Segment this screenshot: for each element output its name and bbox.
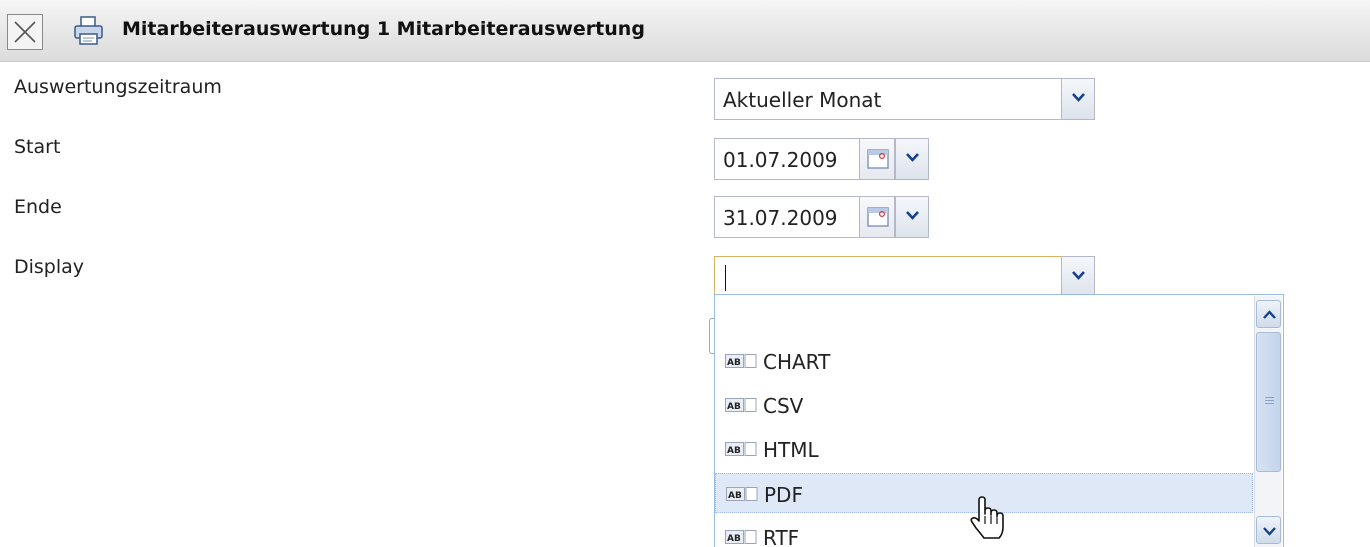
period-value: Aktueller Monat: [723, 88, 882, 112]
start-calendar-button[interactable]: [859, 138, 895, 180]
calendar-icon: [867, 207, 889, 227]
end-dropdown-trigger[interactable]: [895, 196, 929, 238]
text-field-icon: AB: [725, 442, 757, 456]
calendar-icon: [867, 149, 889, 169]
hand-pointer-icon: [970, 496, 1004, 539]
chevron-down-icon: [906, 153, 919, 162]
chevron-down-icon: [1263, 527, 1276, 536]
svg-text:AB: AB: [727, 358, 741, 368]
svg-text:AB: AB: [727, 534, 741, 544]
window-titlebar: Mitarbeiterauswertung 1 Mitarbeiterauswe…: [0, 0, 1370, 62]
text-field-icon: AB: [725, 530, 757, 544]
window-title: Mitarbeiterauswertung 1 Mitarbeiterauswe…: [122, 18, 645, 40]
scroll-thumb[interactable]: [1256, 332, 1281, 472]
list-item-csv[interactable]: AB CSV: [715, 385, 1253, 425]
chevron-down-icon: [906, 211, 919, 220]
text-field-icon: AB: [725, 398, 757, 412]
close-icon: [14, 21, 36, 43]
start-label: Start: [14, 136, 61, 158]
list-item-label: HTML: [763, 438, 819, 462]
list-item-label: CHART: [763, 350, 831, 374]
print-button[interactable]: [72, 14, 106, 48]
printer-icon: [74, 16, 103, 45]
display-label: Display: [14, 256, 85, 278]
period-select[interactable]: Aktueller Monat: [714, 78, 1095, 120]
svg-text:AB: AB: [727, 446, 741, 456]
display-dropdown-trigger[interactable]: [1061, 256, 1095, 298]
list-item-label: RTF: [763, 526, 800, 547]
text-field-icon: AB: [726, 487, 758, 501]
end-calendar-button[interactable]: [859, 196, 895, 238]
start-dropdown-trigger[interactable]: [895, 138, 929, 180]
end-date-field[interactable]: 31.07.2009: [714, 196, 929, 238]
list-item-label: PDF: [764, 483, 803, 507]
dropdown-scrollbar[interactable]: [1254, 296, 1282, 547]
close-button[interactable]: [7, 14, 43, 50]
start-date-value: 01.07.2009: [723, 148, 838, 172]
svg-text:AB: AB: [728, 491, 742, 501]
chevron-up-icon: [1263, 310, 1276, 319]
end-date-value: 31.07.2009: [723, 206, 838, 230]
list-item-empty[interactable]: [715, 301, 1253, 341]
display-select[interactable]: [714, 256, 1095, 298]
scroll-up-button[interactable]: [1256, 300, 1281, 328]
text-field-icon: AB: [725, 354, 757, 368]
period-label: Auswertungszeitraum: [14, 76, 222, 98]
chevron-down-icon: [1072, 93, 1085, 102]
list-item-label: CSV: [763, 394, 804, 418]
list-item-chart[interactable]: AB CHART: [715, 341, 1253, 381]
text-caret: [725, 265, 726, 291]
svg-text:AB: AB: [727, 402, 741, 412]
start-date-field[interactable]: 01.07.2009: [714, 138, 929, 180]
end-label: Ende: [14, 196, 62, 218]
chevron-down-icon: [1072, 271, 1085, 280]
period-dropdown-trigger[interactable]: [1061, 78, 1095, 120]
list-item-html[interactable]: AB HTML: [715, 429, 1253, 469]
scroll-down-button[interactable]: [1256, 516, 1281, 544]
